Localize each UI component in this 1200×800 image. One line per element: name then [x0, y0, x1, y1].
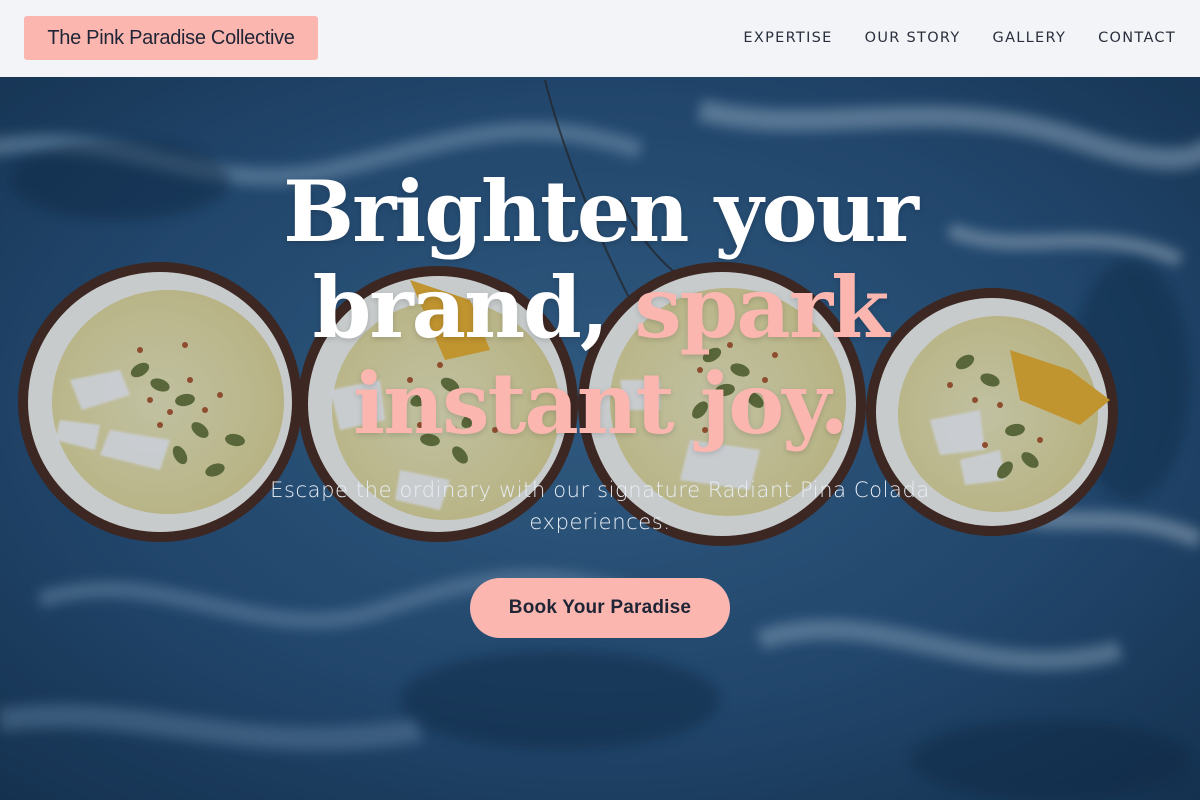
- nav-item-expertise[interactable]: EXPERTISE: [743, 27, 832, 49]
- hero-subtitle: Escape the ordinary with our signature R…: [270, 478, 930, 534]
- headline-line-2-accent: spark: [634, 258, 889, 357]
- book-your-paradise-button[interactable]: Book Your Paradise: [470, 578, 730, 638]
- hero-headline: Brighten your brand, spark instant joy.: [0, 164, 1200, 452]
- site-header: The Pink Paradise Collective EXPERTISE O…: [0, 0, 1200, 77]
- nav-item-gallery[interactable]: GALLERY: [993, 27, 1067, 49]
- nav-item-contact[interactable]: CONTACT: [1098, 27, 1176, 49]
- headline-line-2-white: brand,: [312, 258, 635, 357]
- headline-line-1: Brighten your: [283, 162, 919, 261]
- brand-logo[interactable]: The Pink Paradise Collective: [24, 16, 318, 60]
- main-nav: EXPERTISE OUR STORY GALLERY CONTACT: [743, 27, 1176, 49]
- headline-line-3: instant joy.: [353, 354, 848, 453]
- headline-line-2: brand, spark: [0, 260, 1200, 356]
- nav-item-our-story[interactable]: OUR STORY: [865, 27, 961, 49]
